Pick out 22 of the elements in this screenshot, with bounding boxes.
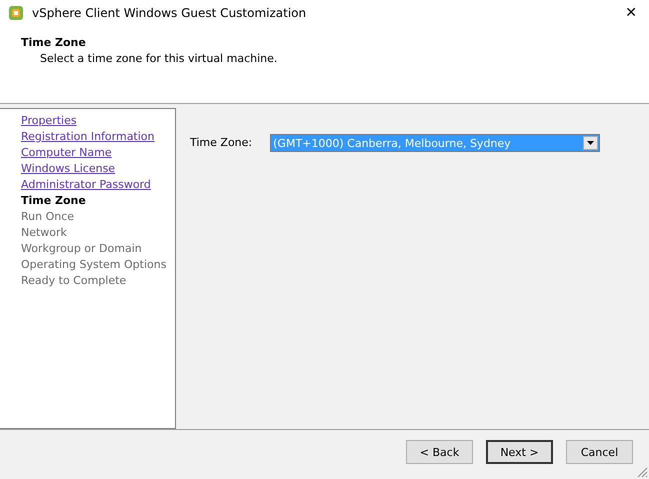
wizard-button[interactable]: < Back	[406, 440, 473, 464]
wizard-step[interactable]: Computer Name	[21, 145, 112, 161]
page-subtitle: Select a time zone for this virtual machine.	[40, 52, 278, 65]
wizard-step[interactable]: Windows License	[21, 161, 116, 177]
wizard-step: Run Once	[21, 209, 74, 225]
resize-grip-icon	[636, 466, 648, 478]
wizard-step: Workgroup or Domain	[21, 241, 142, 257]
window-title: vSphere Client Windows Guest Customization	[32, 6, 306, 20]
wizard-button[interactable]: Next >	[486, 440, 553, 464]
wizard-step: Time Zone	[21, 193, 86, 209]
time-zone-label: Time Zone:	[190, 135, 252, 151]
wizard-step[interactable]: Properties	[21, 113, 77, 129]
wizard-step: Operating System Options	[21, 257, 166, 273]
wizard-step[interactable]: Administrator Password	[21, 177, 151, 193]
wizard-button[interactable]: Cancel	[566, 440, 633, 464]
wizard-step: Ready to Complete	[21, 273, 126, 289]
dropdown-arrow-icon	[587, 141, 594, 145]
app-logo-icon	[8, 5, 24, 21]
wizard-step[interactable]: Registration Information	[21, 129, 155, 145]
close-button[interactable]: ✕	[625, 5, 637, 21]
wizard-step: Network	[21, 225, 67, 241]
page-title: Time Zone	[21, 36, 87, 49]
